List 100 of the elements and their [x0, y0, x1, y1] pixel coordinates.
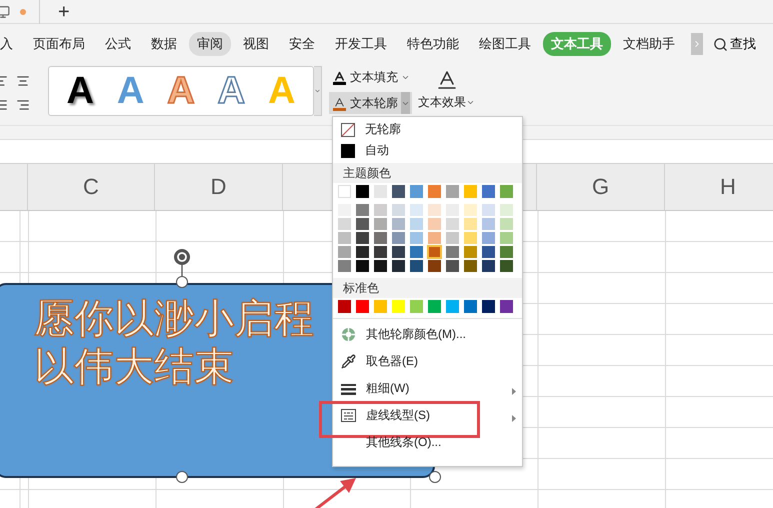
color-swatch[interactable] [428, 185, 441, 198]
color-swatch[interactable] [482, 246, 495, 258]
align-center-icon[interactable] [16, 74, 30, 88]
color-swatch[interactable] [410, 185, 423, 198]
color-swatch[interactable] [482, 300, 495, 313]
menu-tab[interactable]: 安全 [281, 32, 323, 56]
text-effect-button[interactable]: 文本效果 [416, 66, 477, 113]
color-swatch[interactable] [500, 260, 513, 272]
color-swatch[interactable] [338, 185, 351, 198]
color-swatch[interactable] [446, 260, 459, 272]
color-swatch[interactable] [428, 204, 441, 216]
color-swatch[interactable] [410, 246, 423, 258]
color-swatch[interactable] [410, 260, 423, 272]
menu-tab[interactable]: 审阅 [189, 32, 231, 56]
color-swatch[interactable] [482, 185, 495, 198]
menu-tab[interactable]: 页面布局 [25, 32, 93, 56]
resize-handle[interactable] [176, 276, 188, 288]
color-swatch[interactable] [338, 232, 351, 244]
rotate-handle[interactable] [173, 248, 191, 276]
column-header[interactable]: C [28, 164, 155, 210]
color-swatch[interactable] [374, 185, 387, 198]
color-swatch[interactable] [500, 232, 513, 244]
color-swatch[interactable] [392, 300, 405, 313]
text-style-preset[interactable]: A [66, 71, 94, 111]
color-swatch[interactable] [446, 246, 459, 258]
color-swatch[interactable] [338, 260, 351, 272]
color-swatch[interactable] [356, 300, 369, 313]
search-button[interactable]: 查找 [707, 35, 756, 53]
color-swatch[interactable] [446, 300, 459, 313]
color-swatch[interactable] [356, 246, 369, 258]
new-tab-button[interactable]: + [54, 2, 74, 22]
color-swatch[interactable] [356, 204, 369, 216]
color-swatch[interactable] [500, 246, 513, 258]
menu-tab[interactable]: 绘图工具 [471, 32, 539, 56]
color-swatch[interactable] [482, 204, 495, 216]
color-swatch[interactable] [446, 185, 459, 198]
color-swatch[interactable] [464, 246, 477, 258]
color-swatch[interactable] [500, 204, 513, 216]
color-swatch[interactable] [374, 232, 387, 244]
menu-tab[interactable]: 文档助手 [615, 32, 683, 56]
color-swatch[interactable] [464, 232, 477, 244]
color-swatch[interactable] [338, 300, 351, 313]
color-swatch[interactable] [356, 232, 369, 244]
color-swatch[interactable] [482, 218, 495, 230]
color-swatch[interactable] [356, 260, 369, 272]
color-swatch[interactable] [464, 300, 477, 313]
color-swatch[interactable] [464, 260, 477, 272]
color-swatch[interactable] [410, 204, 423, 216]
color-swatch[interactable] [410, 218, 423, 230]
color-swatch[interactable] [428, 232, 441, 244]
shape-text-line: 以伟大结束 [34, 344, 234, 391]
color-swatch[interactable] [428, 218, 441, 230]
color-swatch[interactable] [464, 218, 477, 230]
gallery-scroll-button[interactable] [314, 66, 322, 116]
column-header[interactable]: H [665, 164, 773, 210]
color-swatch[interactable] [464, 185, 477, 198]
color-swatch[interactable] [392, 185, 405, 198]
menu-tab[interactable]: 数据 [143, 32, 185, 56]
menu-item[interactable]: 无轮廓 [333, 119, 522, 140]
color-swatch[interactable] [392, 232, 405, 244]
column-header[interactable]: D [155, 164, 283, 210]
menu-tab[interactable]: 入 [0, 32, 21, 56]
color-swatch[interactable] [338, 218, 351, 230]
resize-handle[interactable] [176, 471, 188, 483]
color-swatch[interactable] [500, 300, 513, 313]
color-swatch[interactable] [374, 204, 387, 216]
color-swatch[interactable] [500, 218, 513, 230]
color-swatch[interactable] [428, 260, 441, 272]
color-swatch[interactable] [374, 218, 387, 230]
align-right-icon[interactable] [16, 98, 30, 112]
color-swatch[interactable] [356, 185, 369, 198]
menu-tab[interactable]: 开发工具 [327, 32, 395, 56]
color-swatch[interactable] [374, 260, 387, 272]
color-swatch[interactable] [500, 185, 513, 198]
color-swatch[interactable] [428, 246, 441, 258]
menu-tab[interactable]: 特色功能 [399, 32, 467, 56]
color-swatch[interactable] [374, 246, 387, 258]
color-swatch[interactable] [410, 232, 423, 244]
color-swatch[interactable] [392, 260, 405, 272]
text-fill-button[interactable]: 文本填充 [329, 66, 412, 88]
menu-tab[interactable]: 视图 [235, 32, 277, 56]
color-swatch[interactable] [482, 260, 495, 272]
color-swatch[interactable] [338, 246, 351, 258]
color-swatch[interactable] [428, 300, 441, 313]
color-swatch[interactable] [464, 204, 477, 216]
color-swatch[interactable] [356, 218, 369, 230]
text-outline-button[interactable]: 文本轮廓 [329, 92, 412, 114]
color-swatch[interactable] [374, 300, 387, 313]
color-swatch[interactable] [392, 246, 405, 258]
color-swatch[interactable] [410, 300, 423, 313]
text-style-preset[interactable]: A [218, 71, 246, 111]
color-swatch[interactable] [446, 232, 459, 244]
color-swatch[interactable] [446, 218, 459, 230]
color-swatch[interactable] [392, 204, 405, 216]
more-tabs-button[interactable] [691, 33, 703, 55]
column-header[interactable]: G [537, 164, 665, 210]
menu-tab[interactable]: 公式 [97, 32, 139, 56]
color-swatch[interactable] [482, 232, 495, 244]
color-swatch[interactable] [392, 218, 405, 230]
resize-handle[interactable] [429, 471, 441, 483]
